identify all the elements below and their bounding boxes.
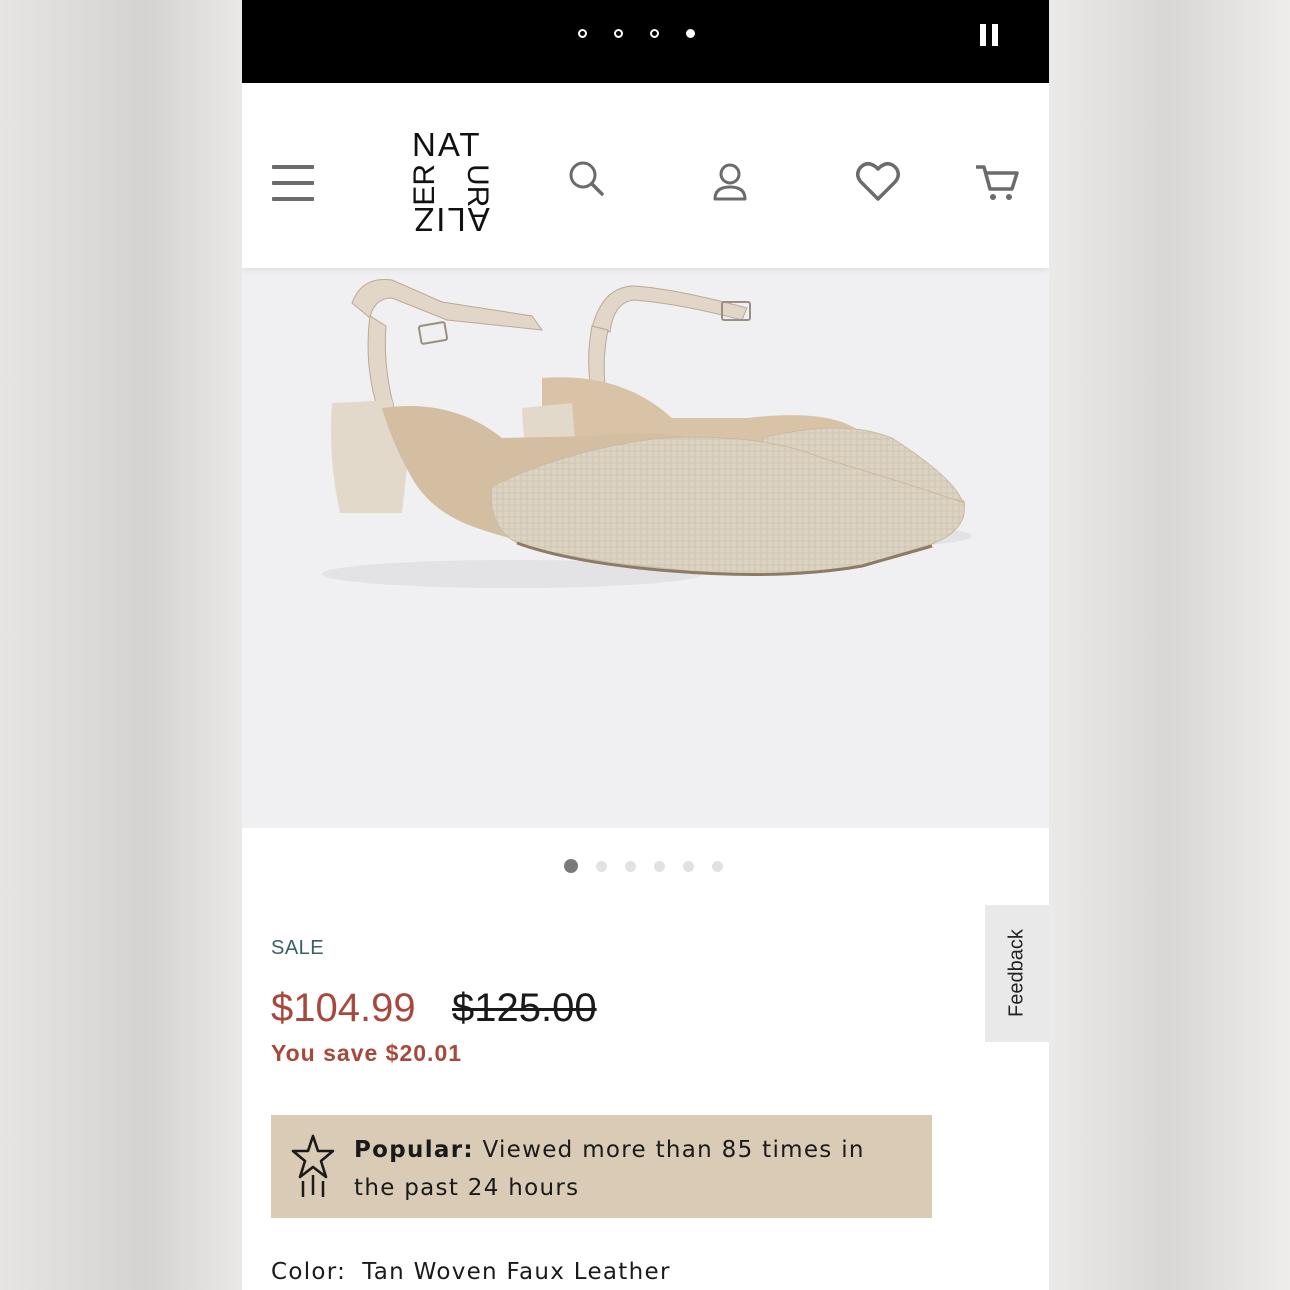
image-dot[interactable] [654,860,665,872]
story-dot [614,29,623,38]
cart-icon[interactable] [974,163,1020,207]
pause-icon[interactable] [980,24,1004,48]
story-dot-active [686,29,695,38]
product-image[interactable] [242,268,1049,828]
shooting-star-icon [291,1133,335,1203]
savings-text: You save $20.01 [271,1040,463,1066]
story-dot [650,29,659,38]
menu-icon[interactable] [272,165,314,203]
popular-label: Popular: [354,1137,474,1163]
background-right [1049,0,1290,1290]
feedback-tab[interactable]: Feedback [985,905,1049,1042]
heart-icon[interactable] [855,160,901,206]
phone-screen: NAT ER UR ALIZ SALE $104.99 $125.00 You … [242,0,1049,1290]
sale-badge: SALE [271,937,325,959]
original-price: $125.00 [452,986,597,1030]
naturalizer-logo[interactable]: NAT ER UR ALIZ [408,126,494,242]
image-dot[interactable] [596,860,607,872]
color-label: Color: [271,1259,347,1285]
image-dot[interactable] [712,860,723,872]
popular-banner: Popular: Viewed more than 85 times in th… [271,1115,932,1218]
color-value: Tan Woven Faux Leather [362,1259,671,1285]
shoe-illustration [322,278,972,588]
story-bar [242,0,1049,83]
popular-message: Popular: Viewed more than 85 times in th… [354,1131,914,1207]
image-dot[interactable] [625,860,636,872]
image-dot-active[interactable] [564,859,578,873]
logo-left-column: ER [408,164,441,206]
site-header: NAT ER UR ALIZ [242,83,1049,268]
logo-row-bottom: ALIZ [412,201,490,238]
story-dot [578,29,587,38]
account-icon[interactable] [710,161,750,207]
story-progress-dots [578,29,695,38]
image-pagination [564,859,723,873]
sale-price: $104.99 [271,986,416,1030]
image-dot[interactable] [683,860,694,872]
search-icon[interactable] [567,159,607,203]
feedback-label: Feedback [1005,929,1028,1018]
color-row: Color: Tan Woven Faux Leather [271,1259,671,1285]
logo-row-top: NAT [412,126,482,163]
background-left [0,0,242,1290]
